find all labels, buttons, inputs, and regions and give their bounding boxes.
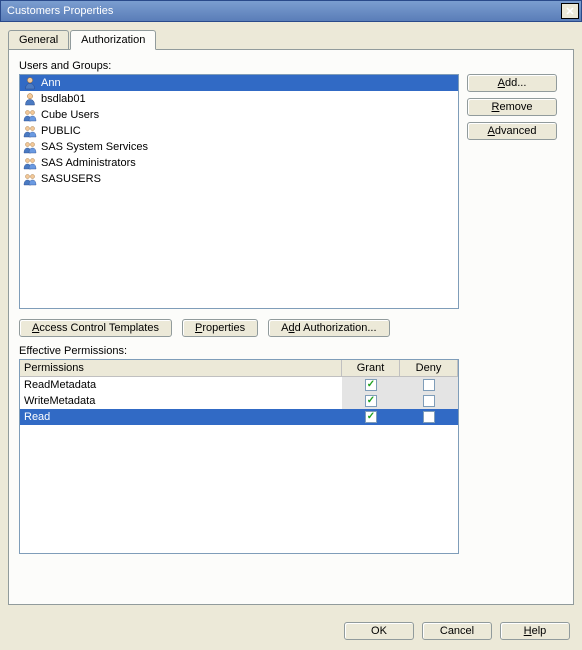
list-item[interactable]: Cube Users [20,107,458,123]
advanced-rest: dvanced [495,125,537,137]
deny-cell [400,409,458,425]
cancel-button[interactable]: Cancel [422,622,492,640]
list-item[interactable]: bsdlab01 [20,91,458,107]
remove-button[interactable]: Remove [467,98,557,116]
close-button[interactable]: ✕ [561,3,579,19]
tab-label: Authorization [81,34,145,46]
effective-permissions-label: Effective Permissions: [19,345,563,357]
tab-panel-authorization: Users and Groups: Ann bsdlab01 Cube Users P… [8,50,574,605]
permission-name: ReadMetadata [20,379,342,391]
permissions-col-grant[interactable]: Grant [342,360,400,377]
permission-name: Read [20,411,342,423]
permissions-col-name[interactable]: Permissions [20,360,342,377]
list-item[interactable]: PUBLIC [20,123,458,139]
tab-authorization[interactable]: Authorization [70,30,156,50]
deny-checkbox[interactable] [423,411,435,423]
list-item-label: Cube Users [41,109,99,121]
group-icon [23,108,37,122]
grant-cell [342,393,400,409]
dialog-body: General Authorization Users and Groups: … [0,22,582,650]
list-item-label: SAS System Services [41,141,148,153]
permission-name: WriteMetadata [20,395,342,407]
users-groups-list[interactable]: Ann bsdlab01 Cube Users PUBLIC SAS System Se… [19,74,459,309]
deny-checkbox[interactable] [423,379,435,391]
deny-checkbox[interactable] [423,395,435,407]
tab-row: General Authorization [8,30,574,50]
table-row[interactable]: WriteMetadata [20,393,458,409]
help-button[interactable]: Help [500,622,570,640]
mid-buttons: Access Control Templates Properties Add … [19,319,563,337]
dialog-buttons: OK Cancel Help [344,622,570,640]
grant-checkbox[interactable] [365,411,377,423]
permissions-rows: ReadMetadata WriteMetadata Read [20,377,458,425]
advanced-button[interactable]: Advanced [467,122,557,140]
side-buttons: Add... Remove Advanced [467,74,557,309]
window-title: Customers Properties [7,5,561,17]
list-item[interactable]: SAS Administrators [20,155,458,171]
table-row[interactable]: ReadMetadata [20,377,458,393]
user-icon [23,92,37,106]
group-icon [23,124,37,138]
list-item-label: bsdlab01 [41,93,86,105]
permissions-header: Permissions Grant Deny [20,360,458,377]
grant-cell [342,377,400,393]
table-row[interactable]: Read [20,409,458,425]
group-icon [23,172,37,186]
group-icon [23,140,37,154]
list-item-label: SASUSERS [41,173,101,185]
access-control-templates-button[interactable]: Access Control Templates [19,319,172,337]
deny-cell [400,377,458,393]
properties-button[interactable]: Properties [182,319,258,337]
list-item-label: PUBLIC [41,125,81,137]
grant-cell [342,409,400,425]
grant-checkbox[interactable] [365,379,377,391]
list-item-label: Ann [41,77,61,89]
permissions-table[interactable]: Permissions Grant Deny ReadMetadata Write… [19,359,459,554]
list-item[interactable]: Ann [20,75,458,91]
user-icon [23,76,37,90]
ok-button[interactable]: OK [344,622,414,640]
deny-cell [400,393,458,409]
list-item[interactable]: SASUSERS [20,171,458,187]
close-icon: ✕ [565,5,574,18]
title-bar: Customers Properties ✕ [0,0,582,22]
add-authorization-button[interactable]: Add Authorization... [268,319,389,337]
users-groups-label: Users and Groups: [19,60,563,72]
list-item[interactable]: SAS System Services [20,139,458,155]
tab-general[interactable]: General [8,30,69,49]
permissions-col-deny[interactable]: Deny [400,360,458,377]
tab-label: General [19,34,58,46]
users-groups-row: Ann bsdlab01 Cube Users PUBLIC SAS System Se… [19,74,563,309]
add-button[interactable]: Add... [467,74,557,92]
group-icon [23,156,37,170]
list-item-label: SAS Administrators [41,157,136,169]
grant-checkbox[interactable] [365,395,377,407]
